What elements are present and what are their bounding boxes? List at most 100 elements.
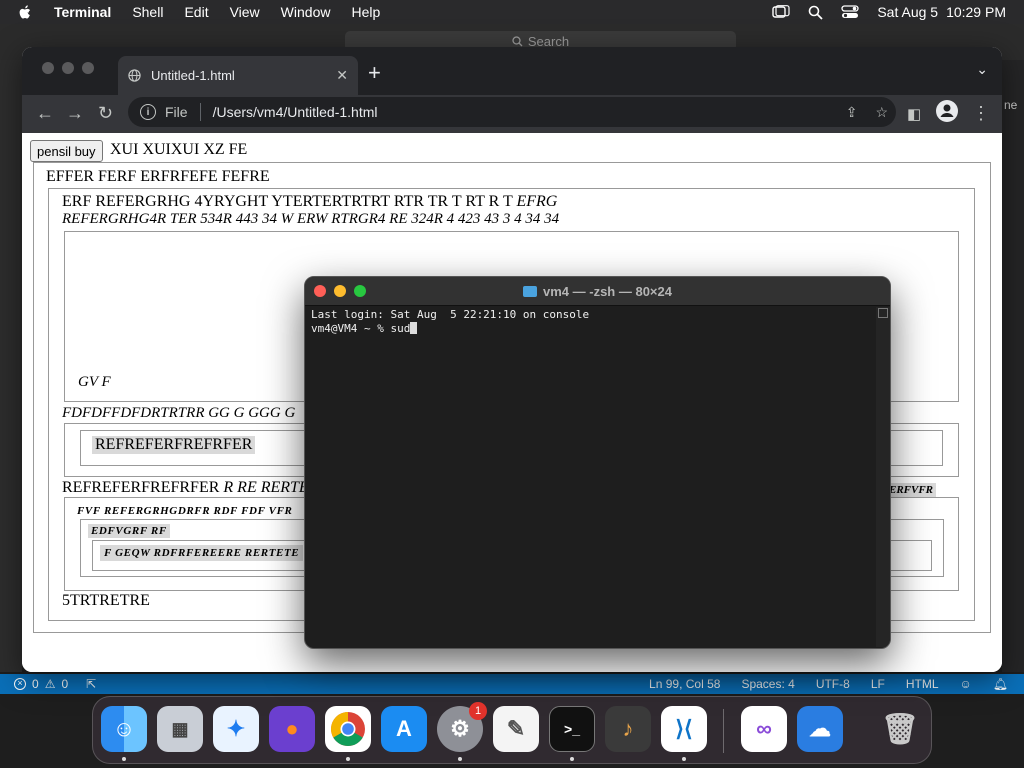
fvf-line: FVF REFERGRHGDRFR RDF FDF VFR — [77, 505, 293, 517]
garageband-icon[interactable]: ♪ — [605, 706, 651, 752]
close-window-button[interactable] — [42, 62, 54, 74]
chrome-running-dot — [346, 757, 350, 761]
terminal-window[interactable]: vm4 — -zsh — 80×24 Last login: Sat Aug 5… — [304, 276, 891, 649]
warning-icon[interactable]: ⚠ — [45, 677, 56, 691]
chrome-logo-icon — [331, 712, 365, 746]
vscode-icon[interactable]: ⟩⟨ — [661, 706, 707, 752]
spotlight-search-icon[interactable] — [808, 5, 823, 20]
trt-line: 5TRTRETRE — [62, 592, 150, 609]
terminal-close-button[interactable] — [314, 285, 326, 297]
menu-bar: Terminal Shell Edit View Window Help Sat… — [0, 0, 1024, 24]
site-info-icon[interactable]: i — [140, 104, 156, 120]
terminal-window-controls — [314, 285, 366, 297]
terminal-typed-text: sud — [390, 322, 411, 335]
terminal-scrollbar[interactable] — [876, 307, 890, 647]
page-heading-text: XUI XUIXUI XZ FE — [110, 141, 248, 158]
clock-time: 10:29 PM — [946, 4, 1006, 20]
terminal-prompt: vm4@VM4 ~ % — [311, 322, 391, 335]
terminal-output[interactable]: Last login: Sat Aug 5 22:21:10 on consol… — [311, 308, 871, 336]
profile-avatar[interactable] — [936, 100, 958, 122]
dock: ☺ ▦ ✦ ● A ⚙ 1 ✎ >_ ♪ ⟩⟨ ∞ ☁ 🗑︎ — [92, 696, 932, 764]
fdf-line: FDFDFFDFDRTRTRR GG G GGG G — [62, 405, 296, 421]
ref-line-normal: REFREFERFREFRFER — [62, 479, 220, 496]
address-bar[interactable]: i File /Users/vm4/Untitled-1.html ⇪ ☆ — [128, 97, 896, 127]
reload-icon[interactable]: ↻ — [98, 103, 113, 124]
firefox-icon[interactable]: ● — [269, 706, 315, 752]
clock-date: Sat Aug 5 — [877, 4, 939, 20]
side-panel-icon[interactable]: ◧ — [907, 105, 921, 123]
menu-shell[interactable]: Shell — [132, 4, 163, 20]
chrome-tab-title: Untitled-1.html — [151, 68, 235, 83]
ref-highlight-text: REFREFERFREFRFER — [92, 436, 256, 454]
share-icon[interactable]: ⇪ — [846, 104, 858, 121]
textedit-icon[interactable]: ✎ — [493, 706, 539, 752]
settings-badge: 1 — [469, 702, 487, 720]
visual-studio-icon[interactable]: ∞ — [741, 706, 787, 752]
edf-line: EDFVGRF RF — [88, 524, 170, 538]
warning-count[interactable]: 0 — [61, 677, 68, 691]
tab-search-chevron-icon[interactable]: ⌄ — [976, 61, 988, 78]
terminal-titlebar[interactable]: vm4 — -zsh — 80×24 — [305, 277, 890, 306]
terminal-cursor — [410, 322, 418, 334]
feedback-icon[interactable]: ☺ — [960, 677, 972, 691]
terminal-login-line: Last login: Sat Aug 5 22:21:10 on consol… — [311, 308, 590, 321]
error-count[interactable]: 0 — [32, 677, 39, 691]
chrome-tab[interactable]: Untitled-1.html ✕ — [118, 56, 358, 95]
search-icon — [512, 35, 523, 46]
menu-clock[interactable]: Sat Aug 5 10:29 PM — [877, 4, 1006, 20]
indentation[interactable]: Spaces: 4 — [741, 677, 794, 691]
chrome-icon[interactable] — [325, 706, 371, 752]
text-area-label: GV F — [78, 374, 111, 390]
weather-icon[interactable]: ☁ — [797, 706, 843, 752]
encoding[interactable]: UTF-8 — [816, 677, 850, 691]
end-of-line[interactable]: LF — [871, 677, 885, 691]
finder-running-dot — [122, 757, 126, 761]
minimize-window-button[interactable] — [62, 62, 74, 74]
close-tab-icon[interactable]: ✕ — [336, 67, 348, 84]
safari-icon[interactable]: ✦ — [213, 706, 259, 752]
address-url: /Users/vm4/Untitled-1.html — [212, 104, 378, 120]
notifications-bell-icon[interactable]: 🔔︎ — [993, 677, 1008, 691]
terminal-minimize-button[interactable] — [334, 285, 346, 297]
terminal-prompt-line: vm4@VM4 ~ % sud — [311, 322, 871, 336]
forward-arrow-icon[interactable]: → — [66, 103, 84, 124]
app-store-icon[interactable]: A — [381, 706, 427, 752]
cursor-position[interactable]: Ln 99, Col 58 — [649, 677, 720, 691]
bookmark-star-icon[interactable]: ☆ — [875, 104, 888, 121]
launchpad-icon[interactable]: ▦ — [157, 706, 203, 752]
menu-help[interactable]: Help — [351, 4, 380, 20]
menu-edit[interactable]: Edit — [184, 4, 208, 20]
terminal-title: vm4 — -zsh — 80×24 — [543, 283, 672, 299]
finder-icon[interactable]: ☺ — [101, 706, 147, 752]
terminal-running-dot — [570, 757, 574, 761]
outer-label: EFFER FERF ERFRFEFE FEFRE — [46, 168, 270, 185]
vscode-running-dot — [682, 757, 686, 761]
control-center-icon[interactable] — [841, 5, 859, 19]
system-settings-icon[interactable]: ⚙ 1 — [437, 702, 487, 752]
person-icon — [940, 104, 954, 117]
terminal-zoom-button[interactable] — [354, 285, 366, 297]
remote-share-icon[interactable]: ⇱ — [86, 677, 96, 691]
zoom-window-button[interactable] — [82, 62, 94, 74]
apple-menu-icon[interactable] — [16, 3, 34, 21]
menu-view[interactable]: View — [230, 4, 260, 20]
pensil-buy-button[interactable]: pensil buy — [30, 140, 103, 162]
new-tab-button[interactable]: + — [368, 60, 381, 86]
vscode-editor-tab-fragment[interactable]: ne — [1002, 98, 1024, 116]
language-mode[interactable]: HTML — [906, 677, 939, 691]
error-icon[interactable]: × — [14, 678, 26, 690]
menu-window[interactable]: Window — [281, 4, 331, 20]
inner-line-2: REFERGRHG4R TER 534R 443 34 W ERW RTRGR4… — [62, 211, 560, 227]
trash-icon[interactable]: 🗑︎ — [877, 706, 923, 752]
stage-manager-icon[interactable] — [772, 5, 790, 19]
ref-line: REFREFERFREFRFER R RE RERTE — [62, 479, 309, 497]
address-scheme: File — [165, 104, 188, 120]
inner-line-1-normal: ERF REFERGRHG 4YRYGHT YTERTERTRTRT RTR T… — [62, 193, 513, 210]
back-arrow-icon[interactable]: ← — [36, 103, 54, 124]
address-divider — [199, 103, 201, 121]
terminal-icon[interactable]: >_ — [549, 706, 595, 752]
menu-app-name[interactable]: Terminal — [54, 4, 111, 20]
scroll-grip-icon[interactable] — [878, 308, 888, 318]
chrome-menu-icon[interactable]: ⋮ — [972, 103, 990, 124]
inner-line-1-italic: EFRG — [516, 193, 558, 210]
